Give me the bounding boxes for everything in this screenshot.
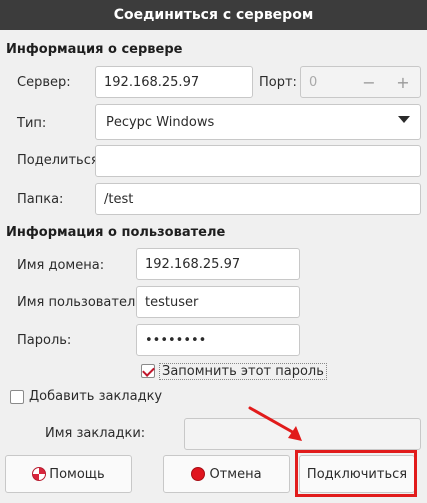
- folder-input[interactable]: /test: [95, 183, 421, 215]
- connect-button-label: Подключиться: [306, 466, 408, 482]
- port-value: 0: [309, 74, 318, 90]
- remember-password-label[interactable]: Запомнить этот пароль: [159, 363, 327, 380]
- server-label: Сервер:: [17, 75, 71, 90]
- type-select[interactable]: Ресурс Windows: [95, 104, 421, 140]
- server-info-heading: Информация о сервере: [6, 42, 183, 57]
- help-icon: [32, 467, 47, 481]
- domain-label: Имя домена:: [17, 258, 105, 273]
- chevron-down-icon: [398, 116, 410, 123]
- bookmark-name-label: Имя закладки:: [45, 426, 146, 441]
- cancel-button-label: Отмена: [209, 466, 262, 482]
- password-input[interactable]: ••••••••: [136, 324, 300, 356]
- username-input[interactable]: testuser: [136, 286, 300, 318]
- cancel-button[interactable]: Отмена: [163, 455, 290, 493]
- share-label: Поделиться:: [17, 153, 104, 168]
- port-increment-button[interactable]: +: [386, 66, 420, 98]
- type-label: Тип:: [17, 116, 47, 131]
- remember-password-checkbox[interactable]: [141, 364, 155, 378]
- type-select-value: Ресурс Windows: [106, 114, 215, 130]
- folder-label: Папка:: [17, 192, 64, 207]
- port-decrement-button[interactable]: −: [352, 66, 386, 98]
- server-input[interactable]: 192.168.25.97: [95, 66, 253, 98]
- domain-input[interactable]: 192.168.25.97: [136, 248, 300, 280]
- connect-button[interactable]: Подключиться: [299, 455, 415, 493]
- help-button-label: Помощь: [49, 466, 105, 482]
- add-bookmark-checkbox[interactable]: [10, 390, 24, 404]
- share-input[interactable]: [95, 145, 421, 177]
- add-bookmark-label[interactable]: Добавить закладку: [29, 389, 162, 404]
- red-arrow-annotation: [248, 406, 302, 441]
- user-info-heading: Информация о пользователе: [6, 225, 226, 240]
- cancel-icon: [191, 467, 206, 481]
- window-title: Соединиться с сервером: [0, 0, 427, 30]
- password-label: Пароль:: [17, 333, 72, 348]
- help-button[interactable]: Помощь: [5, 455, 132, 493]
- port-label: Порт:: [259, 75, 297, 90]
- username-label: Имя пользователя:: [17, 295, 148, 310]
